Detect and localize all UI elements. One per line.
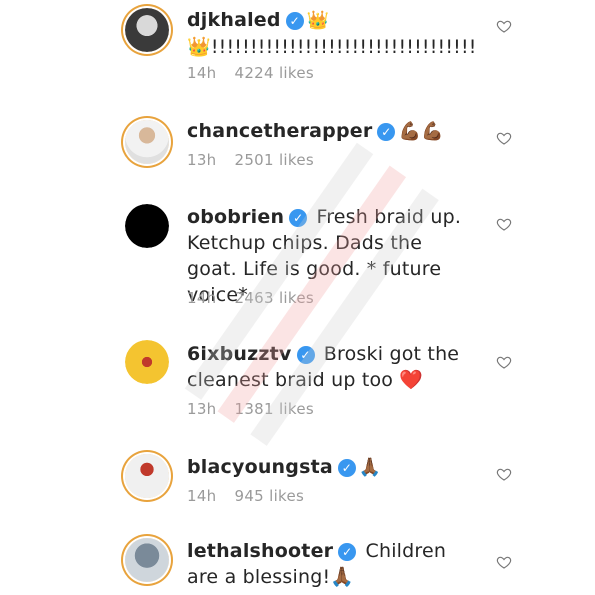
comment-likes[interactable]: 2501 likes <box>235 151 314 169</box>
comment-text: 👑!!!!!!!!!!!!!!!!!!!!!!!!!!!!!!!!!! <box>187 36 477 58</box>
comment-badge-emoji: 💪🏾💪🏾 <box>398 121 444 142</box>
comment-badge-emoji: 👑 <box>306 10 330 31</box>
comment-likes[interactable]: 1381 likes <box>235 400 314 418</box>
comment-username[interactable]: blacyoungsta <box>187 456 333 478</box>
comment-time: 14h <box>187 64 217 82</box>
comment-time: 14h <box>187 289 217 307</box>
heart-outline-icon[interactable] <box>496 466 512 482</box>
comment-time: 14h <box>187 487 217 505</box>
verified-check-icon: ✓ <box>377 123 396 141</box>
verified-check-icon: ✓ <box>289 209 308 227</box>
heart-outline-icon[interactable] <box>496 18 512 34</box>
comment-time: 13h <box>187 151 217 169</box>
comment-time: 13h <box>187 400 217 418</box>
avatar[interactable] <box>125 120 169 164</box>
heart-outline-icon[interactable] <box>496 354 512 370</box>
comment-likes[interactable]: 945 likes <box>235 487 305 505</box>
heart-outline-icon[interactable] <box>496 216 512 232</box>
avatar[interactable] <box>125 538 169 582</box>
comment-likes[interactable]: 4224 likes <box>235 64 314 82</box>
comment-username[interactable]: 6ixbuzztv <box>187 343 292 365</box>
comment-username[interactable]: chancetherapper <box>187 120 372 142</box>
avatar[interactable] <box>125 454 169 498</box>
comment-likes[interactable]: 2463 likes <box>235 289 314 307</box>
comment-username[interactable]: lethalshooter <box>187 540 333 562</box>
comment-badge-emoji: 🙏🏾 <box>358 457 382 478</box>
comment-username[interactable]: djkhaled <box>187 9 281 31</box>
avatar[interactable] <box>125 340 169 384</box>
verified-check-icon: ✓ <box>337 459 356 477</box>
heart-outline-icon[interactable] <box>496 554 512 570</box>
verified-check-icon: ✓ <box>296 346 315 364</box>
avatar[interactable] <box>125 8 169 52</box>
heart-outline-icon[interactable] <box>496 130 512 146</box>
avatar[interactable] <box>125 204 169 248</box>
verified-check-icon: ✓ <box>285 12 304 30</box>
comment-username[interactable]: obobrien <box>187 206 284 228</box>
verified-check-icon: ✓ <box>338 543 357 561</box>
